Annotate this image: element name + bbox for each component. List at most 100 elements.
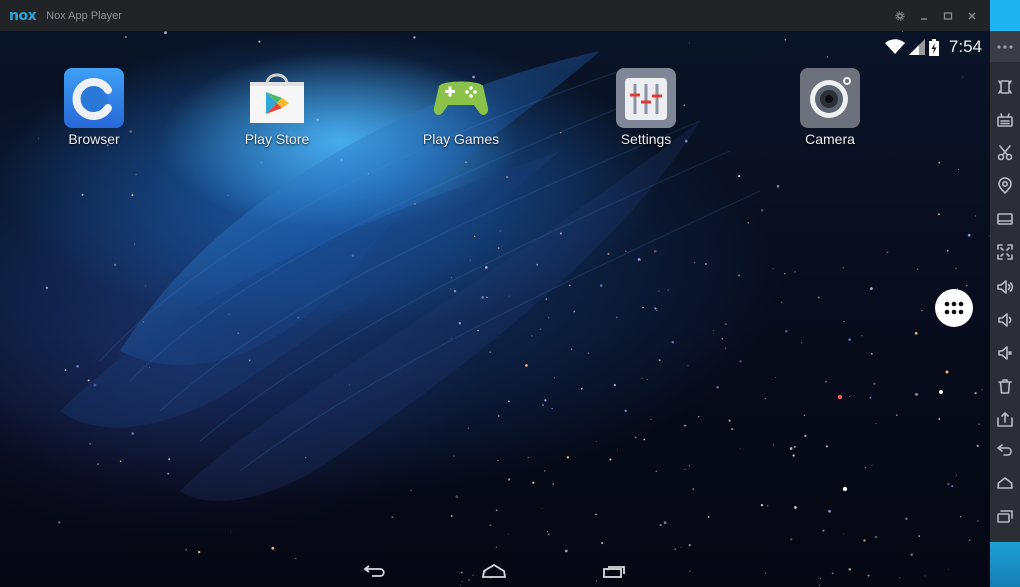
star	[499, 230, 502, 232]
star	[938, 161, 941, 164]
star	[453, 289, 457, 293]
maximize-icon	[943, 11, 953, 20]
star	[595, 441, 597, 442]
star	[453, 455, 455, 457]
star	[566, 456, 570, 459]
star	[646, 379, 648, 381]
sidebar-more-button[interactable]	[990, 31, 1020, 62]
star	[776, 184, 780, 188]
app-drawer-icon	[944, 301, 964, 315]
star	[469, 259, 471, 261]
settings-icon	[616, 68, 676, 128]
star	[688, 465, 691, 467]
star	[842, 533, 844, 535]
battery-charging-icon	[928, 38, 939, 56]
star	[739, 360, 742, 363]
star	[467, 427, 469, 429]
star	[825, 380, 827, 383]
sidebar-clean-button[interactable]	[990, 371, 1020, 401]
star	[684, 468, 686, 470]
star	[663, 521, 667, 525]
star	[803, 414, 805, 416]
star	[544, 470, 546, 472]
star	[728, 419, 731, 422]
sidebar-home-button[interactable]	[990, 468, 1020, 498]
bright-star	[939, 390, 943, 394]
maximize-button[interactable]	[936, 0, 960, 31]
phone-rotate-icon	[998, 80, 1012, 94]
sidebar-install-apk-button[interactable]	[990, 404, 1020, 434]
play-store-icon	[247, 68, 307, 128]
display-icon	[997, 213, 1013, 225]
star	[774, 377, 776, 378]
app-play-games[interactable]: Play Games	[411, 68, 511, 147]
app-drawer-button[interactable]	[935, 289, 973, 327]
android-screen[interactable]: 7:54 Browser Play Store Play Games Setti…	[0, 31, 990, 587]
star	[688, 42, 690, 44]
status-bar: 7:54	[884, 36, 982, 58]
sidebar-recents-button[interactable]	[990, 501, 1020, 531]
star	[607, 252, 610, 255]
sidebar-display-button[interactable]	[990, 204, 1020, 234]
sidebar-fullscreen-button[interactable]	[990, 237, 1020, 267]
sidebar-volume-mute-button[interactable]	[990, 338, 1020, 368]
app-browser[interactable]: Browser	[44, 68, 144, 147]
star	[905, 517, 908, 520]
star	[793, 445, 796, 448]
sidebar-screenshot-button[interactable]	[990, 138, 1020, 168]
star	[625, 250, 627, 252]
star	[507, 533, 509, 535]
star	[413, 36, 416, 39]
sidebar-rotate-button[interactable]	[990, 72, 1020, 102]
navigation-bar	[0, 557, 990, 587]
star	[450, 515, 453, 517]
star	[688, 543, 691, 547]
star	[565, 549, 568, 553]
nav-home-button[interactable]	[474, 561, 514, 581]
sidebar-volume-down-button[interactable]	[990, 305, 1020, 335]
star	[546, 530, 549, 533]
star	[801, 342, 802, 344]
star	[615, 316, 618, 319]
star	[489, 351, 492, 354]
app-play-store[interactable]: Play Store	[227, 68, 327, 147]
window-title: Nox App Player	[46, 9, 122, 22]
sidebar-back-button[interactable]	[990, 435, 1020, 465]
star	[976, 444, 979, 447]
app-camera[interactable]: Camera	[780, 68, 880, 147]
star	[873, 382, 876, 385]
volume-up-icon	[997, 280, 1014, 294]
back-icon	[997, 444, 1012, 456]
star	[45, 286, 49, 289]
star	[497, 459, 499, 462]
sidebar-volume-up-button[interactable]	[990, 272, 1020, 302]
star	[716, 385, 719, 389]
nav-back-button[interactable]	[355, 561, 395, 581]
star	[536, 263, 539, 266]
minimize-button[interactable]	[912, 0, 936, 31]
settings-button[interactable]	[888, 0, 912, 31]
sidebar-keyboard-button[interactable]	[990, 105, 1020, 135]
app-settings[interactable]: Settings	[596, 68, 696, 147]
bright-star	[842, 486, 848, 492]
star	[114, 263, 117, 266]
star	[297, 316, 300, 319]
star	[38, 137, 40, 139]
star	[957, 168, 960, 171]
star	[843, 320, 845, 322]
star	[760, 504, 763, 507]
sidebar-location-button[interactable]	[990, 171, 1020, 201]
star	[886, 251, 889, 253]
star	[124, 35, 128, 39]
star	[58, 521, 61, 524]
star	[553, 377, 555, 379]
star	[848, 395, 851, 398]
keyboard-icon	[997, 113, 1013, 127]
recents-icon	[997, 510, 1013, 523]
star	[560, 132, 562, 134]
star	[624, 409, 627, 412]
bright-star	[837, 394, 843, 400]
close-button[interactable]	[960, 0, 984, 31]
nav-recents-button[interactable]	[594, 561, 634, 581]
home-icon	[481, 564, 507, 578]
